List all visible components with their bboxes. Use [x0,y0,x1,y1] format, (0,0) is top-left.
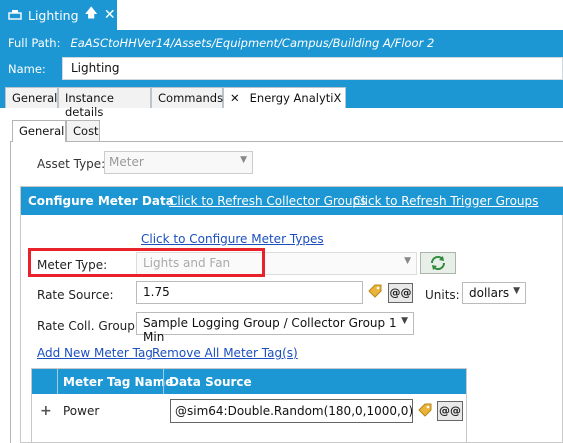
rate-source-input[interactable]: 1.75 [136,281,363,304]
data-source-at-button[interactable]: @@ [437,401,463,421]
chevron-down-icon: ▼ [404,256,411,266]
subtab-general[interactable]: General [12,120,66,142]
expander-column-header [32,369,58,394]
tag-browse-icon[interactable] [417,402,433,418]
tab-commands[interactable]: Commands [151,87,223,108]
refresh-icon [430,255,446,271]
pin-icon[interactable]: 🡅 [85,4,98,26]
tag-browse-icon[interactable] [367,283,383,299]
asset-icon [8,10,22,20]
close-icon[interactable]: ✕ [104,7,116,23]
configure-meter-types-link[interactable]: Click to Configure Meter Types [141,232,324,246]
tab-close-icon[interactable]: ✕ [230,91,240,105]
full-path-row: Full Path: EaASCtoHHVer14/Assets/Equipme… [0,30,563,56]
refresh-trigger-groups-link[interactable]: Click to Refresh Trigger Groups [353,194,538,208]
subtab-cost-label: Cost [73,124,99,138]
column-header-tag-name[interactable]: Meter Tag Name [63,375,173,389]
column-header-data-source[interactable]: Data Source [169,375,252,389]
asset-type-label: Asset Type: [37,157,106,171]
refresh-collector-groups-link[interactable]: Click to Refresh Collector Groups [169,194,366,208]
expand-row-icon[interactable]: + [40,403,52,419]
rate-coll-group-select[interactable]: Sample Logging Group / Collector Group 1… [136,312,414,344]
units-value: dollars [469,286,510,300]
full-path-label: Full Path: [8,36,61,50]
name-label: Name: [8,62,46,76]
tab-commands-label: Commands [158,91,224,105]
units-select[interactable]: dollars ▼ [462,282,526,304]
name-input[interactable]: Lighting [62,57,563,80]
configure-meter-title: Configure Meter Data [28,194,174,208]
tab-general[interactable]: General [5,87,58,108]
rate-source-at-button[interactable]: @@ [388,283,413,303]
units-label: Units: [425,288,460,302]
document-tab-title: Lighting [28,7,79,23]
tab-energy-analytix-label: Energy AnalytiX [249,91,342,105]
rate-coll-group-label: Rate Coll. Group : [37,319,143,333]
tab-instance-details[interactable]: Instance details [58,87,151,119]
tab-instance-details-label: Instance details [65,91,114,119]
chevron-down-icon: ▼ [240,155,247,165]
data-source-input[interactable]: @sim64:Double.Random(180,0,1000,0).Value [170,399,413,423]
meter-tag-name-cell: Power [63,404,100,418]
add-meter-tag-link[interactable]: Add New Meter Tag [37,346,153,360]
chevron-down-icon: ▼ [513,286,520,296]
rate-source-label: Rate Source: [37,288,114,302]
meter-type-highlight [28,248,265,277]
subtab-cost[interactable]: Cost [66,120,100,142]
asset-type-select: Meter ▼ [104,151,253,174]
refresh-meter-types-button[interactable] [420,252,456,274]
chevron-down-icon: ▼ [401,316,408,326]
tab-general-label: General [12,91,58,105]
tab-energy-analytix[interactable]: ✕ Energy AnalytiX [223,87,346,108]
column-divider [163,369,164,394]
remove-meter-tags-link[interactable]: Remove All Meter Tag(s) [152,346,298,360]
full-path-value: EaASCtoHHVer14/Assets/Equipment/Campus/B… [70,36,435,50]
asset-type-value: Meter [109,155,144,169]
subtab-active-gap [13,141,65,143]
document-tab-lighting[interactable]: Lighting 🡅 ✕ [0,0,117,30]
subtab-general-label: General [19,124,65,138]
